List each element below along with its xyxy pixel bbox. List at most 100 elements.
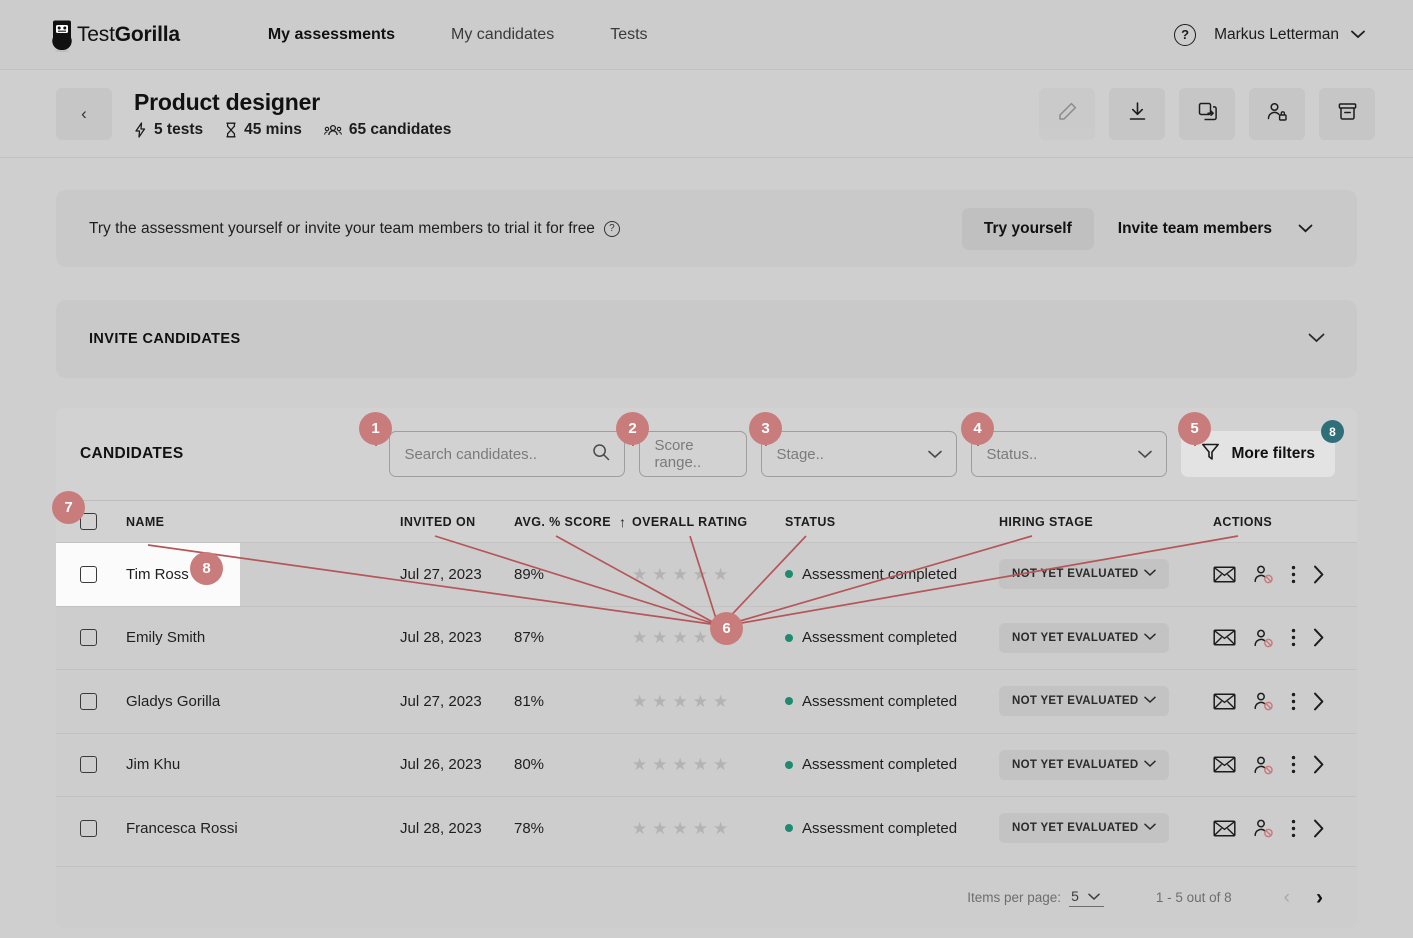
table-row[interactable]: Emily Smith Jul 28, 2023 87% ★★★★★ Asses…: [56, 605, 1357, 669]
chevron-right-icon[interactable]: [1313, 628, 1325, 647]
cell-overall-rating[interactable]: ★ ★ ★ ★ ★: [632, 797, 728, 860]
rating-star[interactable]: ★: [652, 756, 667, 773]
rating-star[interactable]: ★: [693, 820, 708, 837]
row-select-checkbox[interactable]: [80, 756, 97, 774]
rating-star[interactable]: ★: [673, 629, 688, 646]
person-reject-icon[interactable]: [1253, 564, 1274, 584]
rating-star[interactable]: ★: [632, 629, 647, 646]
invite-team-members-button[interactable]: Invite team members: [1102, 208, 1329, 250]
question-circle-icon[interactable]: ?: [1174, 23, 1197, 46]
envelope-mail-icon[interactable]: [1213, 628, 1236, 647]
kebab-menu-icon[interactable]: [1291, 692, 1296, 711]
column-header-overall-rating[interactable]: OVERALL RATING: [632, 501, 748, 542]
column-header-invited-on[interactable]: INVITED ON: [400, 501, 476, 542]
chevron-right-icon[interactable]: [1313, 819, 1325, 838]
pagination-next-button[interactable]: ›: [1316, 886, 1323, 910]
person-reject-icon[interactable]: [1253, 628, 1274, 648]
pagination-prev-button[interactable]: ‹: [1284, 887, 1290, 909]
nav-link-my-assessments[interactable]: My assessments: [240, 26, 423, 44]
kebab-menu-icon[interactable]: [1291, 628, 1296, 647]
archive-button[interactable]: [1319, 87, 1375, 140]
user-menu[interactable]: Markus Letterman: [1214, 26, 1365, 44]
rating-star[interactable]: ★: [693, 693, 708, 710]
rating-star[interactable]: ★: [632, 566, 647, 583]
manage-access-button[interactable]: [1249, 87, 1305, 140]
envelope-mail-icon[interactable]: [1213, 692, 1236, 711]
score-range-input[interactable]: Score range..: [639, 431, 748, 477]
envelope-mail-icon[interactable]: [1213, 819, 1236, 838]
star-rating[interactable]: ★ ★ ★ ★ ★: [632, 756, 728, 773]
chevron-right-icon[interactable]: [1313, 755, 1325, 774]
rating-star[interactable]: ★: [693, 566, 708, 583]
chevron-right-icon[interactable]: [1313, 692, 1325, 711]
envelope-mail-icon[interactable]: [1213, 565, 1236, 584]
star-rating[interactable]: ★ ★ ★ ★ ★: [632, 566, 728, 583]
column-header-name[interactable]: NAME: [126, 501, 164, 542]
person-reject-icon[interactable]: [1253, 818, 1274, 838]
table-row[interactable]: Francesca Rossi Jul 28, 2023 78% ★ ★ ★ ★ ★ A…: [56, 796, 1357, 860]
rating-star[interactable]: ★: [673, 820, 688, 837]
rating-star[interactable]: ★: [652, 629, 667, 646]
download-button[interactable]: [1109, 87, 1165, 140]
row-select-checkbox[interactable]: [80, 819, 97, 837]
question-circle-icon[interactable]: ?: [603, 220, 620, 237]
cell-candidate-name[interactable]: Jim Khu: [126, 734, 180, 797]
rating-star[interactable]: ★: [673, 566, 688, 583]
cell-overall-rating[interactable]: ★ ★ ★ ★ ★: [632, 734, 728, 797]
cell-overall-rating[interactable]: ★ ★ ★ ★ ★: [632, 543, 728, 606]
rating-star[interactable]: ★: [632, 756, 647, 773]
rating-star[interactable]: ★: [693, 756, 708, 773]
column-header-avg-score[interactable]: AVG. % SCORE ↑: [514, 501, 626, 542]
chevron-right-icon[interactable]: [1313, 565, 1325, 584]
kebab-menu-icon[interactable]: [1291, 755, 1296, 774]
nav-link-my-candidates[interactable]: My candidates: [423, 26, 582, 44]
hiring-stage-select[interactable]: NOT YET EVALUATED: [999, 813, 1169, 844]
row-select-checkbox[interactable]: [80, 629, 97, 647]
hiring-stage-select[interactable]: NOT YET EVALUATED: [999, 559, 1169, 590]
rating-star[interactable]: ★: [713, 756, 728, 773]
kebab-menu-icon[interactable]: [1291, 819, 1296, 838]
brand-logo[interactable]: TestGorilla: [50, 18, 180, 52]
star-rating[interactable]: ★ ★ ★ ★ ★: [632, 693, 728, 710]
rating-star[interactable]: ★: [713, 820, 728, 837]
row-select-checkbox[interactable]: [80, 565, 97, 583]
rating-star[interactable]: ★: [713, 693, 728, 710]
duplicate-button[interactable]: [1179, 87, 1235, 140]
kebab-menu-icon[interactable]: [1291, 565, 1296, 584]
cell-candidate-name[interactable]: Gladys Gorilla: [126, 670, 220, 733]
rating-star[interactable]: ★: [673, 693, 688, 710]
rating-star[interactable]: ★: [652, 693, 667, 710]
person-reject-icon[interactable]: [1253, 691, 1274, 711]
chevron-down-icon[interactable]: [1308, 330, 1325, 348]
hiring-stage-select[interactable]: NOT YET EVALUATED: [999, 622, 1169, 653]
nav-link-tests[interactable]: Tests: [582, 26, 675, 44]
edit-assessment-button[interactable]: [1039, 87, 1095, 140]
invite-candidates-section[interactable]: INVITE CANDIDATES: [56, 300, 1357, 378]
column-header-hiring-stage[interactable]: HIRING STAGE: [999, 501, 1093, 542]
rating-star[interactable]: ★: [713, 566, 728, 583]
status-filter-select[interactable]: Status..: [971, 431, 1168, 477]
rating-star[interactable]: ★: [632, 693, 647, 710]
table-row[interactable]: Jim Khu Jul 26, 2023 80% ★ ★ ★ ★ ★ Assessmen…: [56, 732, 1357, 797]
hiring-stage-select[interactable]: NOT YET EVALUATED: [999, 749, 1169, 780]
table-row[interactable]: Tim Ross Jul 27, 2023 89% ★ ★ ★ ★ ★ Assessme…: [56, 542, 1357, 606]
rating-star[interactable]: ★: [632, 820, 647, 837]
back-button[interactable]: ‹: [56, 87, 112, 140]
cell-candidate-name[interactable]: Francesca Rossi: [126, 797, 238, 860]
column-header-status[interactable]: STATUS: [785, 501, 836, 542]
table-row[interactable]: Gladys Gorilla Jul 27, 2023 81% ★ ★ ★ ★ ★ As…: [56, 669, 1357, 733]
rating-star[interactable]: ★: [673, 756, 688, 773]
cell-overall-rating[interactable]: ★ ★ ★ ★ ★: [632, 670, 728, 733]
stage-filter-select[interactable]: Stage..: [761, 431, 958, 477]
hiring-stage-select[interactable]: NOT YET EVALUATED: [999, 686, 1169, 717]
envelope-mail-icon[interactable]: [1213, 755, 1236, 774]
person-reject-icon[interactable]: [1253, 755, 1274, 775]
rating-star[interactable]: ★: [652, 820, 667, 837]
row-select-checkbox[interactable]: [80, 692, 97, 710]
rating-star[interactable]: ★: [693, 629, 708, 646]
try-yourself-button[interactable]: Try yourself: [961, 207, 1094, 250]
items-per-page-select[interactable]: 5: [1069, 888, 1104, 907]
rating-star[interactable]: ★: [652, 566, 667, 583]
cell-candidate-name[interactable]: Tim Ross: [126, 543, 189, 606]
search-input[interactable]: Search candidates..: [389, 431, 626, 477]
